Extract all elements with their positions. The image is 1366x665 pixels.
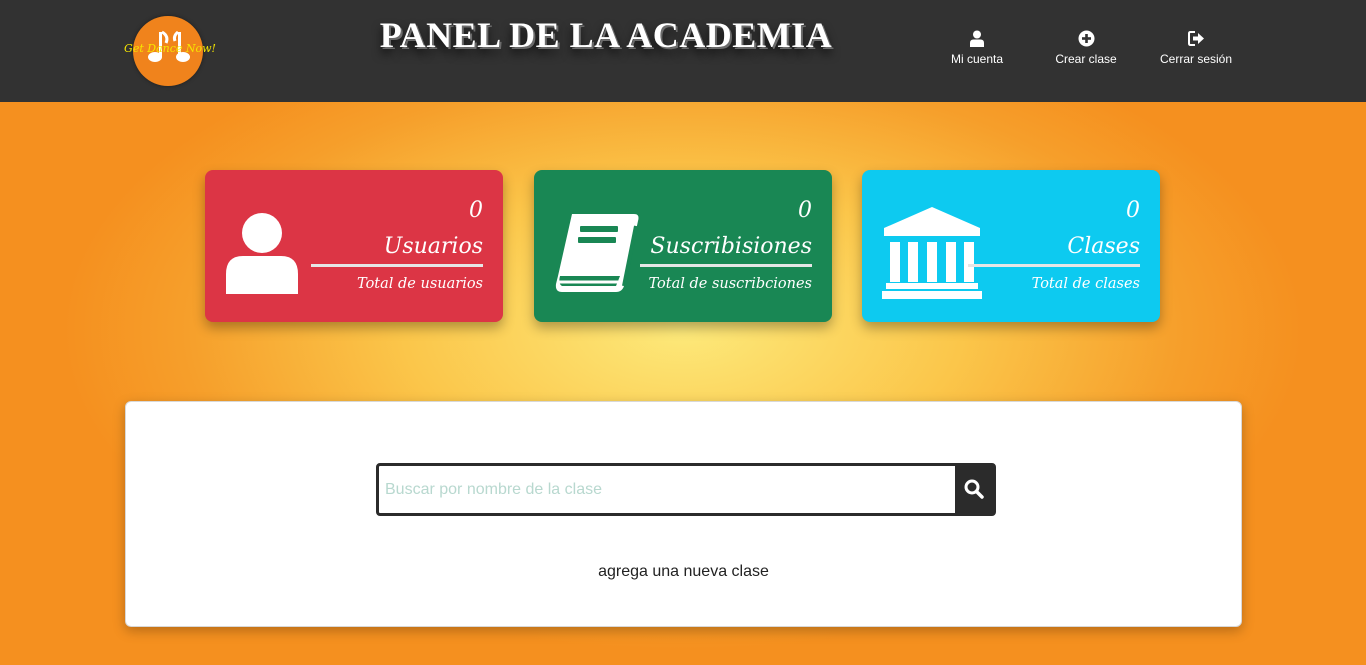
subscriptions-label: Suscribisiones	[650, 234, 812, 259]
users-sublabel: Total de usuarios	[357, 276, 483, 292]
classes-sublabel: Total de clases	[1031, 276, 1140, 292]
search-input[interactable]	[379, 466, 955, 513]
card-divider	[640, 264, 812, 267]
academy-logo[interactable]: Get Dance Now!	[124, 16, 216, 86]
add-class-link[interactable]: agrega una nueva clase	[126, 563, 1241, 581]
classes-count: 0	[1126, 198, 1140, 223]
user-icon	[970, 30, 984, 47]
nav-create-class[interactable]: Crear clase	[1031, 30, 1141, 66]
sign-out-icon	[1187, 31, 1204, 46]
classes-panel: agrega una nueva clase	[125, 401, 1242, 627]
card-divider	[311, 264, 483, 267]
search-icon	[964, 479, 984, 499]
book-icon	[555, 214, 639, 292]
classes-label: Clases	[1067, 234, 1140, 259]
plus-circle-icon	[1078, 30, 1094, 47]
nav-logout-label: Cerrar sesión	[1159, 52, 1233, 66]
page-title: PANEL DE LA ACADEMIA	[379, 15, 833, 55]
subscriptions-count: 0	[798, 198, 812, 223]
top-navbar: Get Dance Now! PANEL DE LA ACADEMIA Mi c…	[0, 0, 1366, 102]
card-divider	[968, 264, 1140, 267]
user-icon	[226, 213, 298, 294]
subscriptions-sublabel: Total de suscribciones	[648, 276, 812, 292]
search-button[interactable]	[955, 466, 993, 513]
search-bar	[376, 463, 996, 516]
stat-card-subscriptions[interactable]: 0 Suscribisiones Total de suscribciones	[534, 170, 832, 322]
nav-create-class-label: Crear clase	[1055, 52, 1117, 66]
nav-logout[interactable]: Cerrar sesión	[1141, 30, 1251, 66]
logo-text: Get Dance Now!	[124, 42, 216, 55]
nav-my-account[interactable]: Mi cuenta	[922, 30, 1032, 66]
stat-card-classes[interactable]: 0 Clases Total de clases	[862, 170, 1160, 322]
users-label: Usuarios	[383, 234, 483, 259]
university-icon	[882, 207, 982, 299]
nav-my-account-label: Mi cuenta	[950, 52, 1004, 66]
users-count: 0	[469, 198, 483, 223]
stat-card-users[interactable]: 0 Usuarios Total de usuarios	[205, 170, 503, 322]
